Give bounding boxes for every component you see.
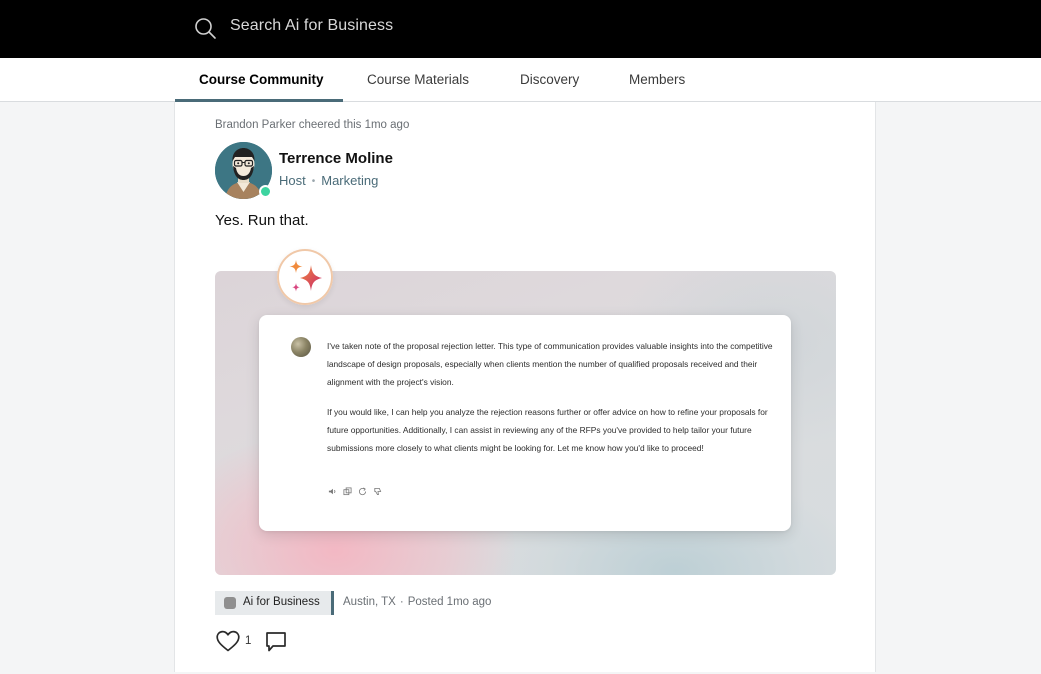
space-chip-label: Ai for Business <box>243 596 320 608</box>
tab-course-community[interactable]: Course Community <box>199 72 324 87</box>
sparkle-icon <box>289 260 322 292</box>
comment-icon[interactable] <box>264 630 288 654</box>
assistant-avatar <box>291 337 311 357</box>
response-paragraph: If you would like, I can help you analyz… <box>327 407 768 453</box>
tab-members[interactable]: Members <box>629 72 685 87</box>
author-team: Marketing <box>321 173 379 188</box>
meta-separator: • <box>311 176 316 187</box>
chat-response-card: I've taken note of the proposal rejectio… <box>259 315 791 531</box>
tab-bar: Course Community Course Materials Discov… <box>0 58 1041 102</box>
tab-discovery[interactable]: Discovery <box>520 72 579 87</box>
thumbs-down-icon <box>374 487 382 496</box>
posted-time: Posted 1mo ago <box>407 596 492 608</box>
heart-icon[interactable] <box>215 629 241 653</box>
refresh-icon <box>358 487 367 496</box>
top-bar: Search Ai for Business <box>0 0 1041 58</box>
cheer-notice: Brandon Parker cheered this 1mo ago <box>215 119 410 131</box>
location-text: Austin, TX <box>343 596 396 608</box>
copy-icon <box>343 487 352 496</box>
post-card: Brandon Parker cheered this 1mo ago Terr… <box>174 102 876 672</box>
author-role: Host <box>279 173 306 188</box>
post-image[interactable]: I've taken note of the proposal rejectio… <box>215 271 836 575</box>
response-paragraph: I've taken note of the proposal rejectio… <box>327 341 773 387</box>
meta-separator: · <box>399 596 404 608</box>
search-input[interactable]: Search Ai for Business <box>230 17 393 35</box>
space-icon <box>224 597 236 609</box>
search-icon[interactable] <box>193 16 217 40</box>
tab-course-materials[interactable]: Course Materials <box>367 72 469 87</box>
space-chip[interactable]: Ai for Business <box>215 591 334 615</box>
like-count: 1 <box>245 635 252 647</box>
post-location-meta: Austin, TX · Posted 1mo ago <box>343 596 491 608</box>
author-meta: Host • Marketing <box>279 173 378 188</box>
ai-sparkle-badge <box>277 249 333 305</box>
author-name[interactable]: Terrence Moline <box>279 150 393 167</box>
response-actions <box>328 487 382 497</box>
speaker-icon <box>328 488 336 495</box>
online-status-dot <box>259 185 272 198</box>
post-body: Yes. Run that. <box>215 212 309 229</box>
